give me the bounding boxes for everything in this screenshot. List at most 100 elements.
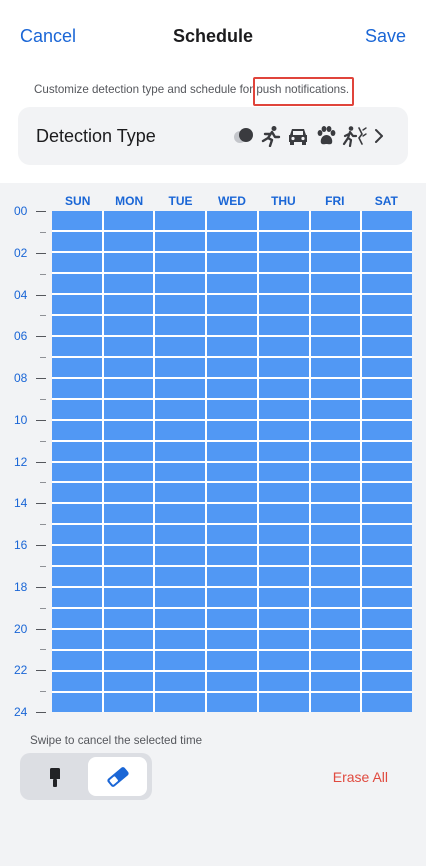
schedule-cell[interactable] [362,441,412,461]
schedule-cell[interactable] [155,357,206,377]
schedule-cell[interactable] [155,525,206,545]
schedule-cell[interactable] [362,546,412,566]
schedule-cell[interactable] [103,211,154,230]
schedule-cell[interactable] [103,525,154,545]
schedule-cell[interactable] [207,609,257,629]
schedule-cell[interactable] [310,211,361,230]
schedule-cell[interactable] [258,609,309,629]
schedule-cell[interactable] [103,504,154,524]
schedule-cell[interactable] [258,211,309,230]
schedule-cell[interactable] [258,483,309,503]
schedule-cell[interactable] [310,630,361,650]
schedule-cell[interactable] [103,567,154,587]
day-label-wed[interactable]: WED [206,194,257,208]
schedule-cell[interactable] [362,252,412,272]
schedule-cell[interactable] [103,630,154,650]
schedule-cell[interactable] [258,441,309,461]
schedule-cell[interactable] [362,651,412,671]
schedule-cell[interactable] [155,483,206,503]
schedule-cell[interactable] [258,420,309,440]
schedule-cell[interactable] [52,504,102,524]
schedule-cell[interactable] [155,588,206,608]
schedule-cell[interactable] [258,693,309,712]
schedule-cell[interactable] [310,693,361,712]
schedule-cell[interactable] [103,483,154,503]
schedule-cell[interactable] [155,693,206,712]
schedule-cell[interactable] [310,588,361,608]
schedule-cell[interactable] [155,378,206,398]
eraser-tool-button[interactable] [88,757,147,796]
schedule-cell[interactable] [103,693,154,712]
schedule-cell[interactable] [310,399,361,419]
schedule-cell[interactable] [103,420,154,440]
schedule-cell[interactable] [310,609,361,629]
schedule-cell[interactable] [362,609,412,629]
schedule-grid[interactable] [52,211,412,712]
schedule-cell[interactable] [362,420,412,440]
schedule-cell[interactable] [362,630,412,650]
schedule-cell[interactable] [103,357,154,377]
schedule-cell[interactable] [362,399,412,419]
schedule-cell[interactable] [52,315,102,335]
schedule-cell[interactable] [258,672,309,692]
schedule-cell[interactable] [310,273,361,293]
schedule-cell[interactable] [103,231,154,251]
schedule-cell[interactable] [52,399,102,419]
schedule-cell[interactable] [155,651,206,671]
schedule-cell[interactable] [103,315,154,335]
schedule-cell[interactable] [362,315,412,335]
schedule-cell[interactable] [258,315,309,335]
schedule-cell[interactable] [103,252,154,272]
schedule-cell[interactable] [155,609,206,629]
schedule-cell[interactable] [103,588,154,608]
schedule-cell[interactable] [310,441,361,461]
schedule-cell[interactable] [52,525,102,545]
schedule-cell[interactable] [258,336,309,356]
detection-type-row[interactable]: Detection Type [18,107,408,165]
schedule-cell[interactable] [207,252,257,272]
schedule-cell[interactable] [103,651,154,671]
schedule-cell[interactable] [207,525,257,545]
schedule-cell[interactable] [52,231,102,251]
schedule-cell[interactable] [207,420,257,440]
schedule-cell[interactable] [310,483,361,503]
schedule-cell[interactable] [103,609,154,629]
schedule-cell[interactable] [155,252,206,272]
schedule-cell[interactable] [52,630,102,650]
schedule-cell[interactable] [103,294,154,314]
schedule-cell[interactable] [52,357,102,377]
schedule-cell[interactable] [258,525,309,545]
schedule-cell[interactable] [155,231,206,251]
schedule-cell[interactable] [207,399,257,419]
schedule-cell[interactable] [52,252,102,272]
schedule-cell[interactable] [207,294,257,314]
schedule-cell[interactable] [258,462,309,482]
schedule-cell[interactable] [52,609,102,629]
schedule-cell[interactable] [362,211,412,230]
erase-all-button[interactable]: Erase All [333,769,388,785]
schedule-cell[interactable] [52,672,102,692]
schedule-cell[interactable] [207,567,257,587]
schedule-cell[interactable] [362,336,412,356]
schedule-cell[interactable] [207,672,257,692]
schedule-cell[interactable] [52,378,102,398]
schedule-cell[interactable] [207,315,257,335]
schedule-cell[interactable] [258,378,309,398]
schedule-cell[interactable] [207,231,257,251]
schedule-cell[interactable] [103,546,154,566]
schedule-cell[interactable] [52,441,102,461]
schedule-cell[interactable] [155,294,206,314]
schedule-cell[interactable] [52,483,102,503]
schedule-cell[interactable] [362,378,412,398]
schedule-cell[interactable] [310,231,361,251]
schedule-cell[interactable] [207,693,257,712]
schedule-cell[interactable] [207,378,257,398]
schedule-cell[interactable] [207,588,257,608]
schedule-cell[interactable] [310,651,361,671]
schedule-cell[interactable] [310,462,361,482]
schedule-cell[interactable] [52,420,102,440]
schedule-cell[interactable] [362,567,412,587]
schedule-cell[interactable] [258,567,309,587]
schedule-cell[interactable] [155,315,206,335]
schedule-cell[interactable] [155,441,206,461]
